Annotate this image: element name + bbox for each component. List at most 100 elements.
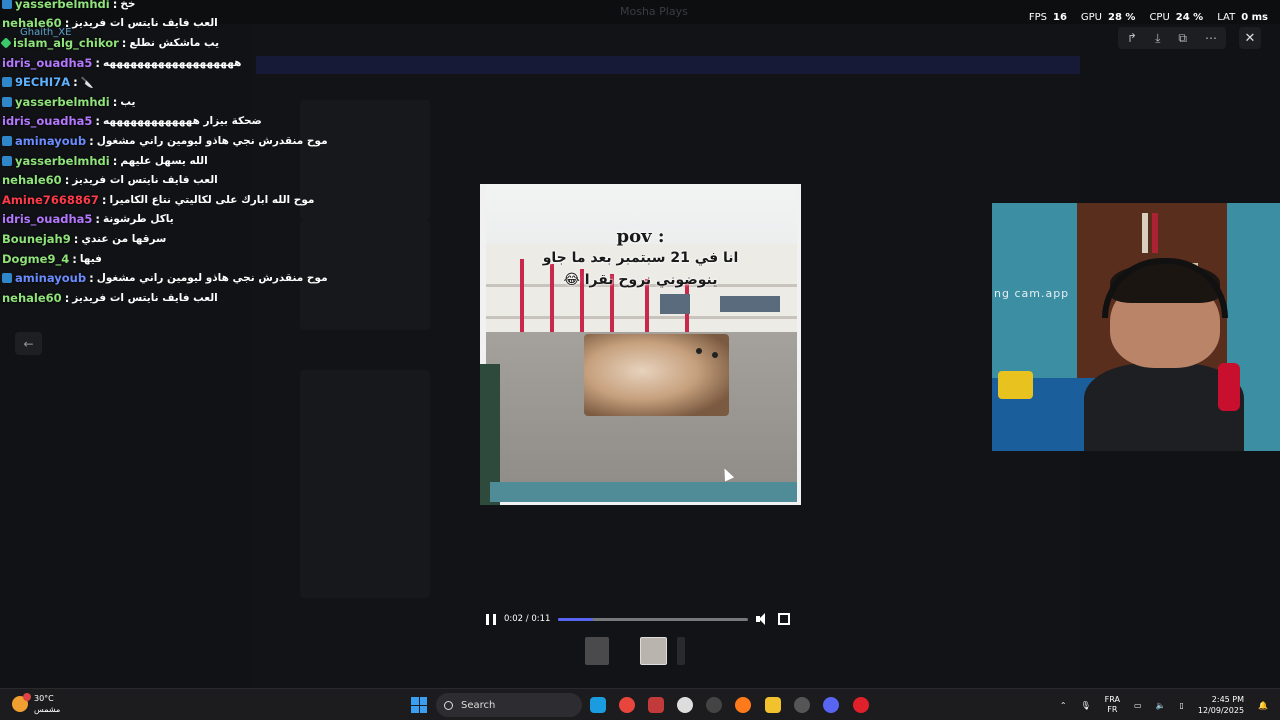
- download-icon[interactable]: ⤓: [1155, 31, 1160, 46]
- chat-text: موح منقدرش نجي هاذو ليومين راني مشغول: [96, 134, 328, 147]
- chat-separator: :: [73, 75, 78, 90]
- previous-media-button[interactable]: ←: [15, 332, 42, 355]
- media-toolbar: ↱ ⤓ ⧉ ⋯: [1118, 27, 1226, 49]
- chat-separator: :: [64, 173, 70, 188]
- forward-icon[interactable]: ↱: [1127, 31, 1137, 45]
- close-icon: ✕: [1244, 30, 1256, 46]
- video-progress-bar[interactable]: [558, 617, 749, 621]
- book: [1152, 213, 1158, 253]
- chat-username[interactable]: Amine7668867: [2, 193, 99, 207]
- pillow: [998, 371, 1033, 399]
- fullscreen-icon[interactable]: [778, 613, 791, 625]
- chat-text: الله يسهل عليهم: [120, 154, 208, 167]
- chat-message: Amine7668867: موح الله ابارك على لكاليتي …: [2, 190, 314, 210]
- chat-text: العب فايف نايتس ات فريديز: [72, 174, 218, 187]
- media-thumbnail-active[interactable]: [640, 637, 667, 665]
- notification-icon[interactable]: 🔔: [1258, 701, 1268, 710]
- chat-message: idris_ouadha5: ضحكة بيزار هههههههههههههه: [2, 112, 302, 132]
- close-button[interactable]: ✕: [1239, 27, 1261, 49]
- chat-username[interactable]: 9ECHI7A: [15, 75, 70, 89]
- chat-text: العب فايف نايتس ات فريديز: [72, 291, 218, 304]
- chat-username[interactable]: yasserbelmhdi: [15, 0, 110, 11]
- cat-image: [584, 334, 729, 416]
- chat-username[interactable]: islam_alg_chikor: [13, 36, 119, 50]
- open-external-icon[interactable]: ⧉: [1178, 31, 1187, 46]
- app-icon[interactable]: [706, 697, 722, 713]
- language-indicator[interactable]: FRA FR: [1105, 695, 1120, 715]
- chat-badge-icon: [2, 0, 12, 9]
- video-caption-line2: ينوضوني نروح نقرا 😂: [563, 272, 718, 288]
- chat-text: 🔪: [80, 76, 94, 89]
- windows-start-icon[interactable]: [411, 697, 427, 713]
- background-embed: [300, 370, 430, 598]
- video-strip: [490, 482, 797, 502]
- video-player[interactable]: pov : انا في 21 سبتمبر بعد ما جاو ينوضون…: [480, 184, 801, 505]
- chevron-up-icon[interactable]: ⌃: [1060, 701, 1067, 710]
- building-floor: [486, 316, 797, 319]
- weather-widget[interactable]: 30°C مشمس: [12, 693, 60, 715]
- chat-message: Bounejah9: سرقها من عندي: [2, 229, 302, 249]
- steam-icon[interactable]: [590, 697, 606, 713]
- chat-username[interactable]: idris_ouadha5: [2, 212, 92, 226]
- building-window: [660, 294, 690, 314]
- chat-message: Dogme9_4: فيها: [2, 249, 302, 269]
- cpu-stat: CPU 24 %: [1149, 12, 1204, 23]
- chat-username[interactable]: aminayoub: [15, 271, 86, 285]
- chat-separator: :: [112, 94, 118, 109]
- weather-condition: مشمس: [34, 705, 61, 714]
- stream-chat: yasserbelmhdi: خخ nehale60: العب فايف نايتس…: [0, 0, 328, 308]
- chat-separator: :: [101, 192, 107, 207]
- network-icon[interactable]: ▭: [1134, 701, 1142, 710]
- chat-username[interactable]: Bounejah9: [2, 232, 71, 246]
- chat-username[interactable]: nehale60: [2, 291, 62, 305]
- opera-icon[interactable]: [853, 697, 869, 713]
- video-progress-fill: [558, 617, 593, 621]
- chat-text: ياكل طرشونة: [103, 213, 174, 226]
- chat-message: idris_ouadha5: هههههههههههههههههههه: [2, 53, 302, 73]
- chat-username[interactable]: nehale60: [2, 173, 62, 187]
- chat-message: idris_ouadha5: ياكل طرشونة: [2, 210, 302, 230]
- chat-message: nehale60: العب فايف نايتس ات فريديز: [2, 170, 302, 190]
- webcam-watermark: ng cam.app: [994, 287, 1070, 300]
- chat-text: موح منقدرش نجي هاذو ليومين راني مشغول: [96, 272, 328, 285]
- media-thumbnail[interactable]: [677, 637, 685, 665]
- battery-icon[interactable]: ▯: [1180, 701, 1184, 710]
- volume-tray-icon[interactable]: 🔈: [1156, 701, 1166, 710]
- chat-message: aminayoub: موح منقدرش نجي هاذو ليومين ران…: [2, 131, 328, 151]
- chat-username[interactable]: yasserbelmhdi: [15, 154, 110, 168]
- chatgpt-icon[interactable]: [677, 697, 693, 713]
- video-time: 0:02 / 0:11: [504, 614, 551, 624]
- pause-icon[interactable]: [486, 613, 496, 625]
- chat-text: العب فايف نايتس ات فريديز: [72, 17, 218, 30]
- chat-badge-icon: [2, 96, 12, 107]
- more-icon[interactable]: ⋯: [1205, 31, 1217, 45]
- chat-text: يب: [120, 95, 136, 108]
- app-icon[interactable]: [794, 697, 810, 713]
- chat-message: yasserbelmhdi: خخ: [2, 0, 302, 14]
- chrome-icon[interactable]: [619, 697, 635, 713]
- chat-user-label: Ghaith_XE: [20, 27, 72, 38]
- arrow-left-icon: ←: [23, 336, 34, 351]
- microphone: [1218, 363, 1240, 411]
- microphone-icon[interactable]: 🎙: [1081, 701, 1091, 710]
- chat-message: 9ECHI7A: 🔪: [2, 72, 302, 92]
- capture-app-icon[interactable]: [648, 697, 664, 713]
- chat-username[interactable]: aminayoub: [15, 134, 86, 148]
- volume-icon[interactable]: [756, 613, 770, 625]
- chat-separator: :: [112, 153, 118, 168]
- media-thumbnail[interactable]: [585, 637, 609, 665]
- taskbar-search[interactable]: Search: [436, 693, 582, 717]
- chat-username[interactable]: idris_ouadha5: [2, 56, 92, 70]
- chat-badge-icon: [2, 273, 12, 284]
- chat-username[interactable]: idris_ouadha5: [2, 114, 92, 128]
- firefox-icon[interactable]: [735, 697, 751, 713]
- clock[interactable]: 2:45 PM 12/09/2025: [1198, 694, 1244, 716]
- chat-username[interactable]: Dogme9_4: [2, 252, 69, 266]
- chat-text: هههههههههههههههههههه: [103, 56, 242, 69]
- chat-text: يب ماشكش نطلع: [129, 36, 220, 49]
- chat-username[interactable]: yasserbelmhdi: [15, 95, 110, 109]
- window-title: Mosha Plays: [620, 5, 688, 18]
- chat-text: خخ: [120, 0, 136, 10]
- discord-icon[interactable]: [823, 697, 839, 713]
- file-explorer-icon[interactable]: [765, 697, 781, 713]
